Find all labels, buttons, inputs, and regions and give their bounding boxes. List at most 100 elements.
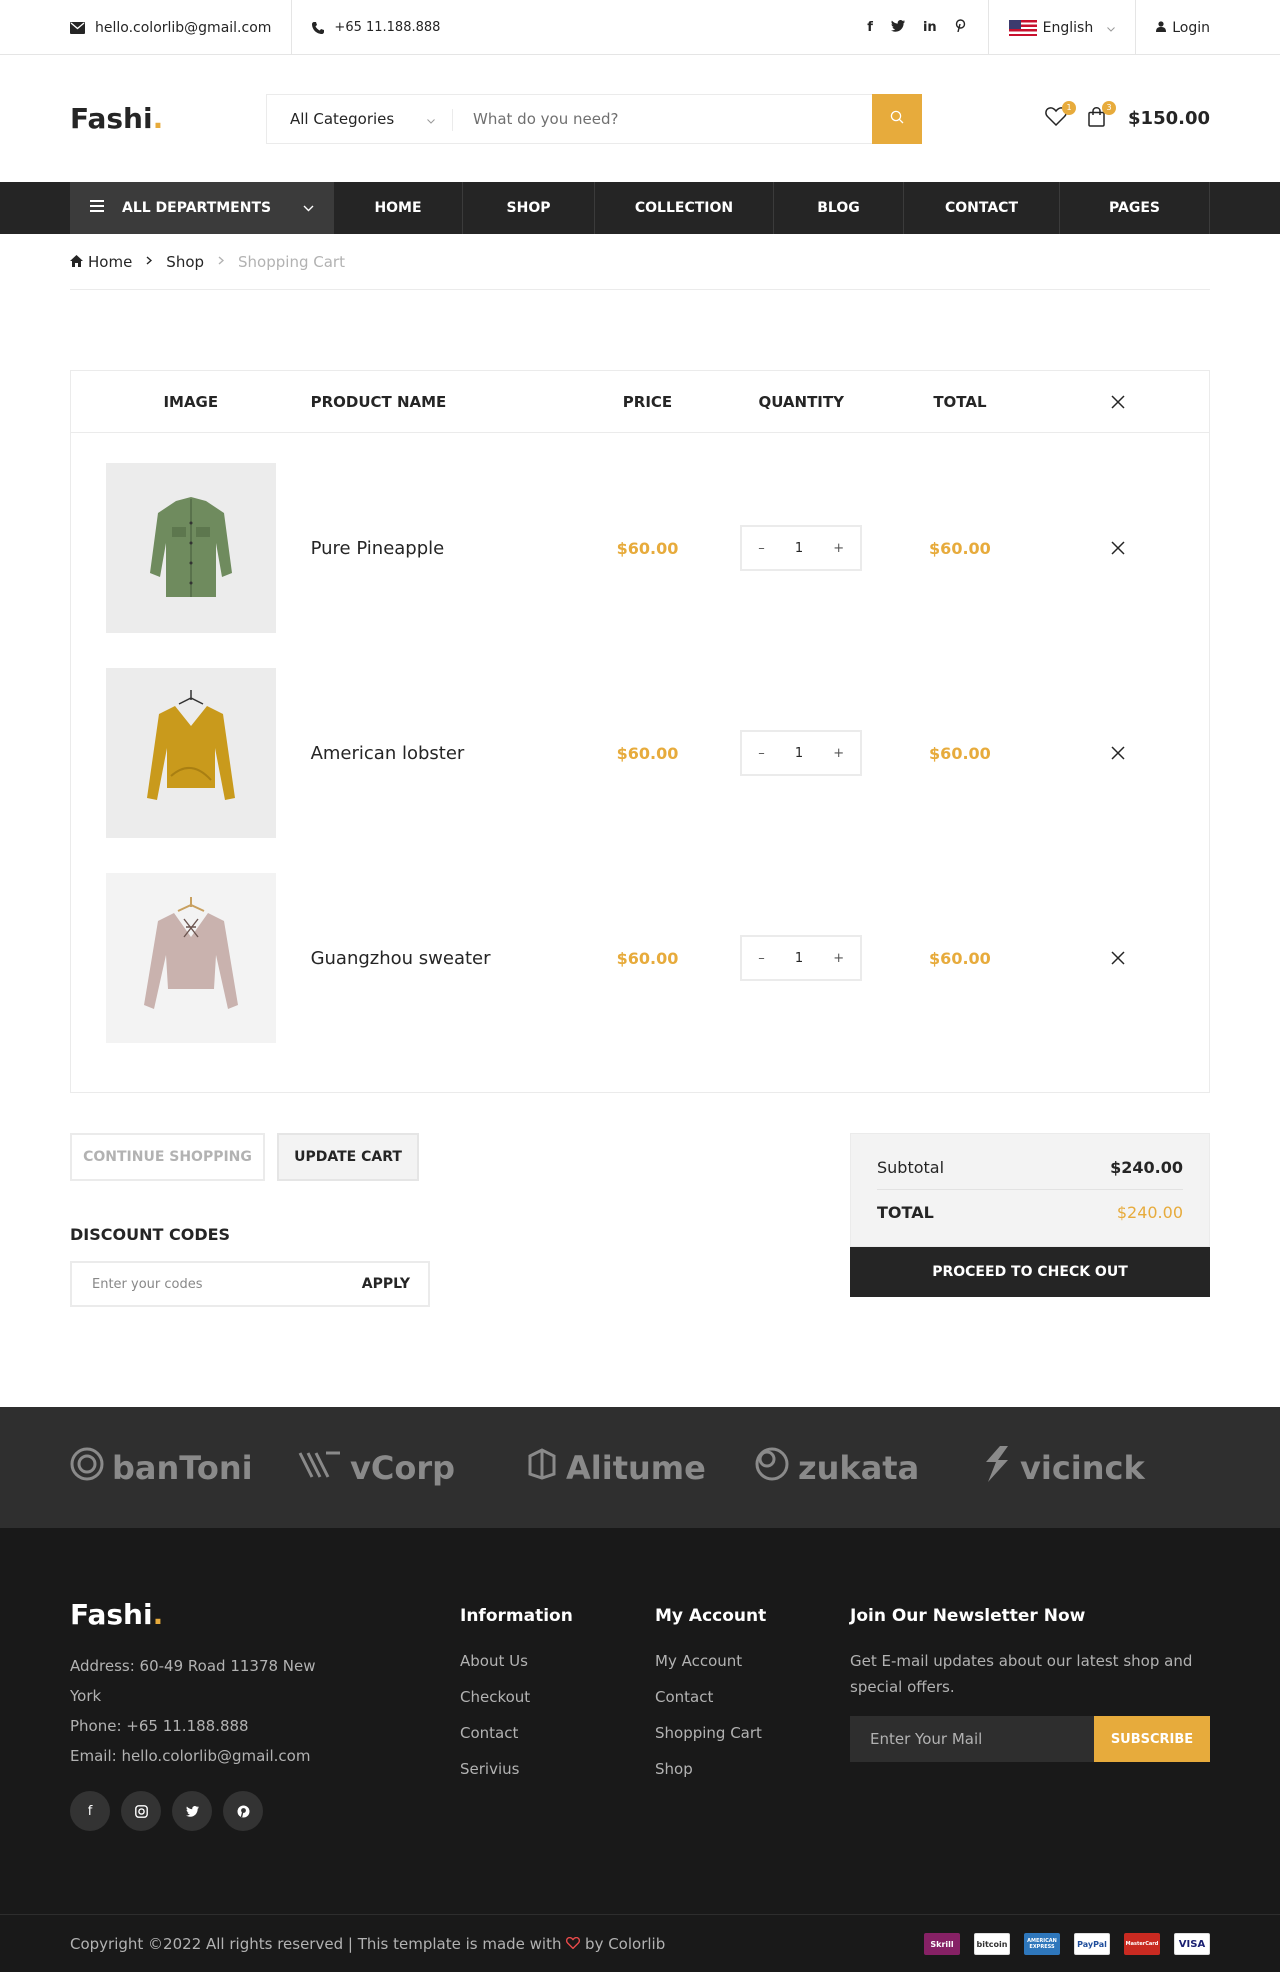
row-total: $60.00 [929,948,991,968]
product-name[interactable]: American lobster [311,743,465,764]
language-label: English [1042,19,1094,36]
pinterest-icon[interactable] [955,19,966,36]
zukata-logo-icon [754,1446,790,1490]
chevron-right-icon [146,254,153,269]
category-label: All Categories [290,109,395,128]
nav-pages[interactable]: PAGES [1060,182,1210,234]
header-phone[interactable]: +65 11.188.888 [292,0,440,55]
plus-icon[interactable]: + [833,541,844,556]
remove-item-button[interactable] [1027,668,1209,838]
close-icon[interactable] [1027,394,1209,409]
remove-item-button[interactable] [1027,463,1209,633]
vcorp-logo-icon [298,1449,342,1487]
footer-link[interactable]: Serivius [460,1760,655,1796]
quantity-value[interactable]: 1 [795,541,803,556]
instagram-icon[interactable] [121,1791,161,1831]
breadcrumb-shop[interactable]: Shop [166,253,204,271]
chevron-down-icon [303,200,314,216]
quantity-stepper[interactable]: – 1 + [740,525,863,571]
row-total: $60.00 [929,743,991,763]
language-select[interactable]: English [989,0,1137,55]
footer-link[interactable]: Checkout [460,1688,655,1724]
footer-account-title: My Account [655,1606,767,1626]
nav-contact[interactable]: CONTACT [904,182,1060,234]
nav-blog[interactable]: BLOG [774,182,904,234]
all-departments-button[interactable]: ALL DEPARTMENTS [70,182,334,234]
footer-address: Address: 60-49 Road 11378 New York [70,1657,316,1705]
remove-item-button[interactable] [1027,873,1209,1043]
quantity-value[interactable]: 1 [795,951,803,966]
user-icon [1156,20,1167,36]
partner-logos: banToni vCorp Alitume zukata vicinck [0,1407,1280,1528]
product-image[interactable] [105,463,276,633]
wishlist-badge: 1 [1062,100,1077,115]
header-email[interactable]: hello.colorlib@gmail.com [70,0,293,55]
site-logo[interactable]: Fashi. [70,102,266,135]
twitter-icon[interactable] [172,1791,212,1831]
top-bar: hello.colorlib@gmail.com +65 11.188.888 … [0,0,1280,55]
login-link[interactable]: Login [1136,20,1210,36]
footer-logo[interactable]: Fashi. [70,1598,460,1631]
footer-logo-text: Fashi [70,1598,153,1631]
quantity-stepper[interactable]: – 1 + [740,730,863,776]
email-text: hello.colorlib@gmail.com [95,19,272,36]
chevron-right-icon [218,254,225,269]
linkedin-icon[interactable]: in [923,20,937,35]
quantity-value[interactable]: 1 [795,746,803,761]
cart-button[interactable]: 3 [1084,100,1117,131]
footer-link[interactable]: Shopping Cart [655,1724,850,1760]
footer-link[interactable]: About Us [460,1652,655,1688]
twitter-icon[interactable] [890,19,905,36]
cart-badge: 3 [1102,100,1117,115]
breadcrumb: Home Shop Shopping Cart [70,234,1210,290]
close-icon [1111,746,1125,760]
category-select[interactable]: All Categories [266,93,453,144]
footer-link[interactable]: Contact [655,1688,850,1724]
header-cart-total[interactable]: $150.00 [1128,108,1210,129]
vicinck-logo-icon [982,1444,1012,1492]
nav-home[interactable]: HOME [334,182,463,234]
search-input[interactable] [453,93,872,144]
continue-shopping-button[interactable]: CONTINUE SHOPPING [70,1133,265,1181]
apply-button[interactable]: APPLY [362,1276,410,1292]
facebook-icon[interactable]: f [70,1791,110,1831]
footer-link[interactable]: Shop [655,1760,850,1796]
plus-icon[interactable]: + [833,951,844,966]
discount-input[interactable] [92,1276,362,1292]
pinterest-icon[interactable] [223,1791,263,1831]
footer-email: Email: hello.colorlib@gmail.com [70,1747,311,1765]
footer-link[interactable]: My Account [655,1652,850,1688]
row-total: $60.00 [929,538,991,558]
bantoni-logo-icon [70,1447,104,1489]
footer-link[interactable]: Contact [460,1724,655,1760]
newsletter-email-input[interactable] [850,1716,1094,1762]
search-button[interactable] [872,93,922,144]
breadcrumb-home[interactable]: Home [88,253,132,271]
partner-name: banToni [112,1448,253,1487]
mastercard-icon: MasterCard [1124,1933,1160,1955]
product-image[interactable] [105,873,276,1043]
product-name[interactable]: Pure Pineapple [311,538,445,559]
subscribe-button[interactable]: SUBSCRIBE [1094,1716,1210,1762]
minus-icon[interactable]: – [758,951,765,966]
newsletter-title: Join Our Newsletter Now [850,1606,1086,1626]
partner-name: vCorp [350,1448,456,1487]
facebook-icon[interactable]: f [867,20,873,35]
copyright-after[interactable]: by Colorlib [585,1935,665,1953]
partner-logo: zukata [754,1446,982,1490]
product-name[interactable]: Guangzhou sweater [311,948,491,969]
nav-shop[interactable]: SHOP [463,182,595,234]
copyright-bar: Copyright ©2022 All rights reserved | Th… [0,1914,1280,1972]
minus-icon[interactable]: – [758,541,765,556]
close-icon [1111,541,1125,555]
product-image[interactable] [105,668,276,838]
visa-icon: VISA [1174,1933,1210,1955]
nav-collection[interactable]: COLLECTION [595,182,774,234]
plus-icon[interactable]: + [833,746,844,761]
wishlist-button[interactable]: 1 [1044,100,1077,131]
quantity-stepper[interactable]: – 1 + [740,935,863,981]
update-cart-button[interactable]: UPDATE CART [277,1133,419,1181]
proceed-to-checkout-button[interactable]: PROCEED TO CHECK OUT [850,1247,1210,1297]
newsletter-form: SUBSCRIBE [850,1716,1210,1762]
minus-icon[interactable]: – [758,746,765,761]
